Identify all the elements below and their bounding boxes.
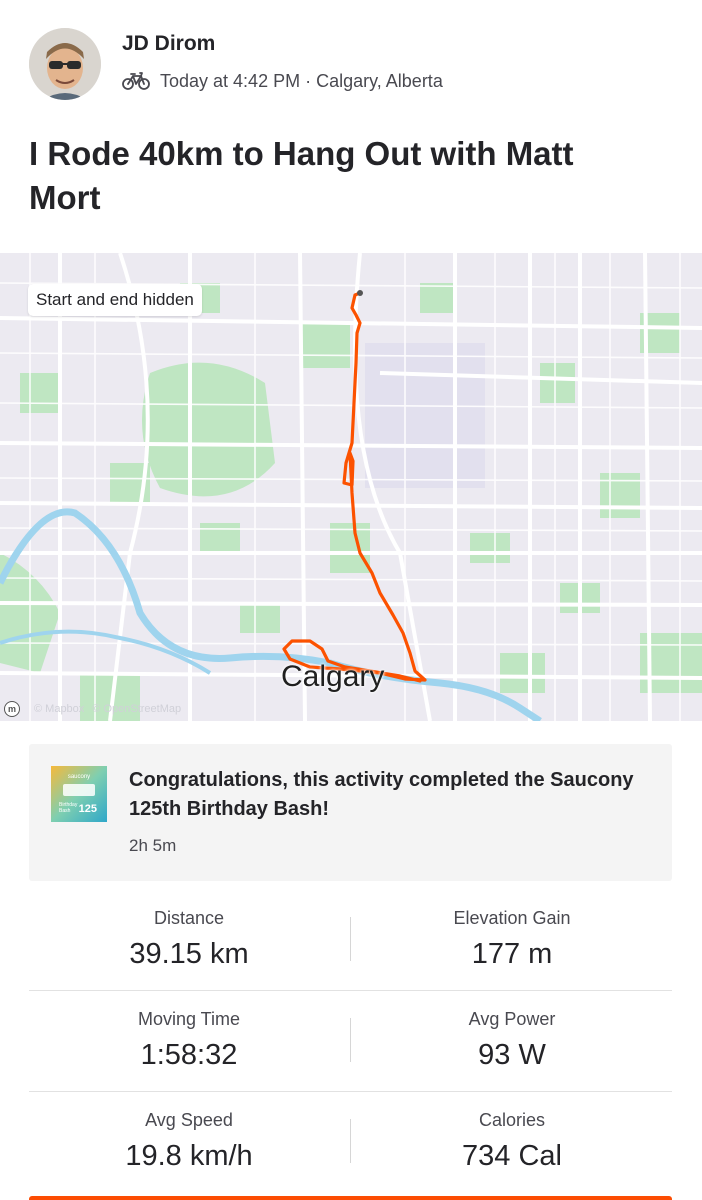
stat-label: Calories <box>478 1110 546 1130</box>
stat-value: 734 Cal <box>462 1140 562 1172</box>
stat-label: Avg Power <box>468 1009 556 1029</box>
activity-meta: Today at 4:42 PM · Calgary, Alberta <box>122 68 443 94</box>
activity-header: JD Dirom Today at 4:42 PM · Calgary, Alb… <box>0 0 702 125</box>
stats-row: Avg Speed 19.8 km/h Calories 734 Cal <box>29 1092 672 1193</box>
activity-location: Calgary, Alberta <box>316 70 443 91</box>
stat-moving-time: Moving Time 1:58:32 <box>29 991 349 1072</box>
meta-separator: · <box>305 70 312 91</box>
stat-divider <box>350 1119 351 1163</box>
activity-title[interactable]: I Rode 40km to Hang Out with Matt Mort <box>29 132 649 220</box>
stat-label: Moving Time <box>137 1009 241 1029</box>
attribution-osm[interactable]: © OpenStreetMap <box>92 703 181 715</box>
attribution-mapbox[interactable]: © Mapbox <box>34 703 84 715</box>
challenge-badge-icon: saucony Birthday Bash 125 <box>51 766 107 822</box>
challenge-message: Congratulations, this activity completed… <box>129 769 634 820</box>
mapbox-logo-icon: m <box>4 701 20 717</box>
airport-zone <box>365 343 485 488</box>
stat-value: 177 m <box>471 938 553 970</box>
stat-avg-power: Avg Power 93 W <box>352 991 672 1072</box>
stat-divider <box>350 1018 351 1062</box>
activity-timestamp: Today at 4:42 PM <box>160 70 301 91</box>
stats-row: Distance 39.15 km Elevation Gain 177 m <box>29 890 672 991</box>
badge-line2: Bash <box>59 808 71 814</box>
map-attribution[interactable]: m © Mapbox © OpenStreetMap <box>4 701 181 717</box>
badge-brand: saucony <box>68 774 90 780</box>
stat-label: Distance <box>153 908 225 928</box>
route-end-marker <box>357 290 363 296</box>
route-map[interactable]: Start and end hidden Calgary m © Mapbox … <box>0 253 702 721</box>
stat-label: Elevation Gain <box>453 908 571 928</box>
bottom-action-bar[interactable] <box>29 1196 672 1200</box>
stats-row: Moving Time 1:58:32 Avg Power 93 W <box>29 991 672 1092</box>
stat-value: 39.15 km <box>129 938 249 970</box>
bike-icon <box>122 72 150 90</box>
stat-divider <box>350 917 351 961</box>
challenge-card[interactable]: saucony Birthday Bash 125 Congratulation… <box>29 744 672 881</box>
privacy-badge: Start and end hidden <box>28 284 202 316</box>
activity-stats: Distance 39.15 km Elevation Gain 177 m M… <box>29 890 672 1193</box>
stat-avg-speed: Avg Speed 19.8 km/h <box>29 1092 349 1173</box>
city-label: Calgary <box>281 660 385 693</box>
stat-elevation-gain: Elevation Gain 177 m <box>352 890 672 971</box>
map-canvas <box>0 253 702 721</box>
stat-value: 93 W <box>478 1039 546 1071</box>
athlete-avatar[interactable] <box>29 28 101 100</box>
stat-value: 1:58:32 <box>140 1039 238 1071</box>
avatar-image <box>29 28 101 100</box>
athlete-name[interactable]: JD Dirom <box>122 32 215 56</box>
stat-calories: Calories 734 Cal <box>352 1092 672 1173</box>
badge-number: 125 <box>79 803 97 815</box>
stat-label: Avg Speed <box>145 1110 233 1130</box>
challenge-duration: 2h 5m <box>129 836 177 855</box>
stat-value: 19.8 km/h <box>125 1140 253 1172</box>
stat-distance: Distance 39.15 km <box>29 890 349 971</box>
